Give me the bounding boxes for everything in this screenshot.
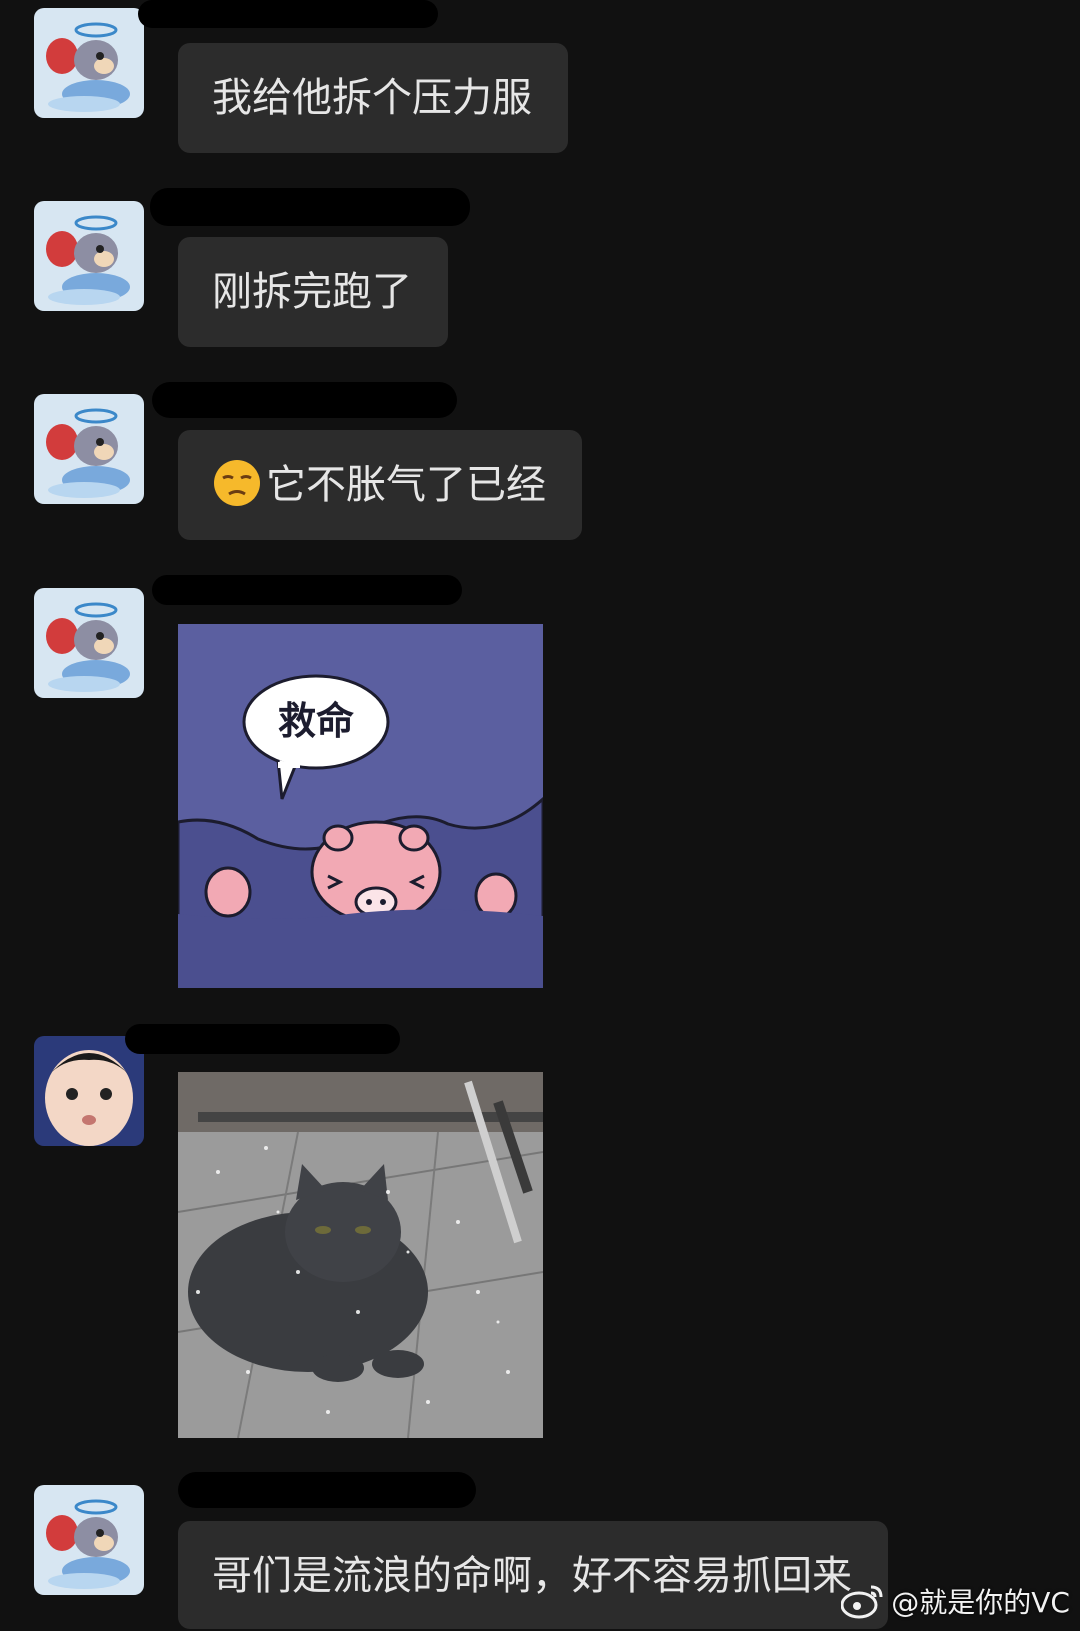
cat-photo[interactable]	[178, 1072, 543, 1438]
weibo-icon	[841, 1585, 883, 1619]
pig-sticker[interactable]: 救命	[178, 624, 543, 988]
watermark: @就是你的VC	[841, 1581, 1070, 1621]
redaction-mark	[138, 0, 438, 28]
unamused-face-icon	[214, 460, 260, 506]
avatar-mouse[interactable]	[34, 394, 144, 504]
gray-cat-photo-image	[178, 1072, 543, 1438]
redaction-mark	[152, 382, 457, 418]
avatar-mouse[interactable]	[34, 588, 144, 698]
pig-sticker-image: 救命	[178, 624, 543, 988]
redaction-mark	[125, 1024, 400, 1054]
mouse-angel-avatar-icon	[34, 201, 144, 311]
mouse-angel-avatar-icon	[34, 394, 144, 504]
mouse-angel-avatar-icon	[34, 8, 144, 118]
message-text: 它不胀气了已经	[266, 462, 546, 508]
avatar-mouse[interactable]	[34, 1485, 144, 1595]
message-bubble[interactable]: 它不胀气了已经	[178, 430, 582, 540]
watermark-text: @就是你的VC	[891, 1586, 1070, 1619]
redaction-mark	[178, 1472, 476, 1508]
avatar-mouse[interactable]	[34, 201, 144, 311]
avatar-mouse[interactable]	[34, 8, 144, 118]
message-bubble[interactable]: 刚拆完跑了	[178, 237, 448, 347]
avatar-child[interactable]	[34, 1036, 144, 1146]
child-face-avatar-icon	[34, 1036, 144, 1146]
redaction-mark	[150, 188, 470, 226]
message-bubble[interactable]: 我给他拆个压力服	[178, 43, 568, 153]
mouse-angel-avatar-icon	[34, 1485, 144, 1595]
mouse-angel-avatar-icon	[34, 588, 144, 698]
sticker-text: 救命	[278, 699, 354, 743]
redaction-mark	[152, 575, 462, 605]
message-bubble[interactable]: 哥们是流浪的命啊，好不容易抓回来	[178, 1521, 888, 1629]
